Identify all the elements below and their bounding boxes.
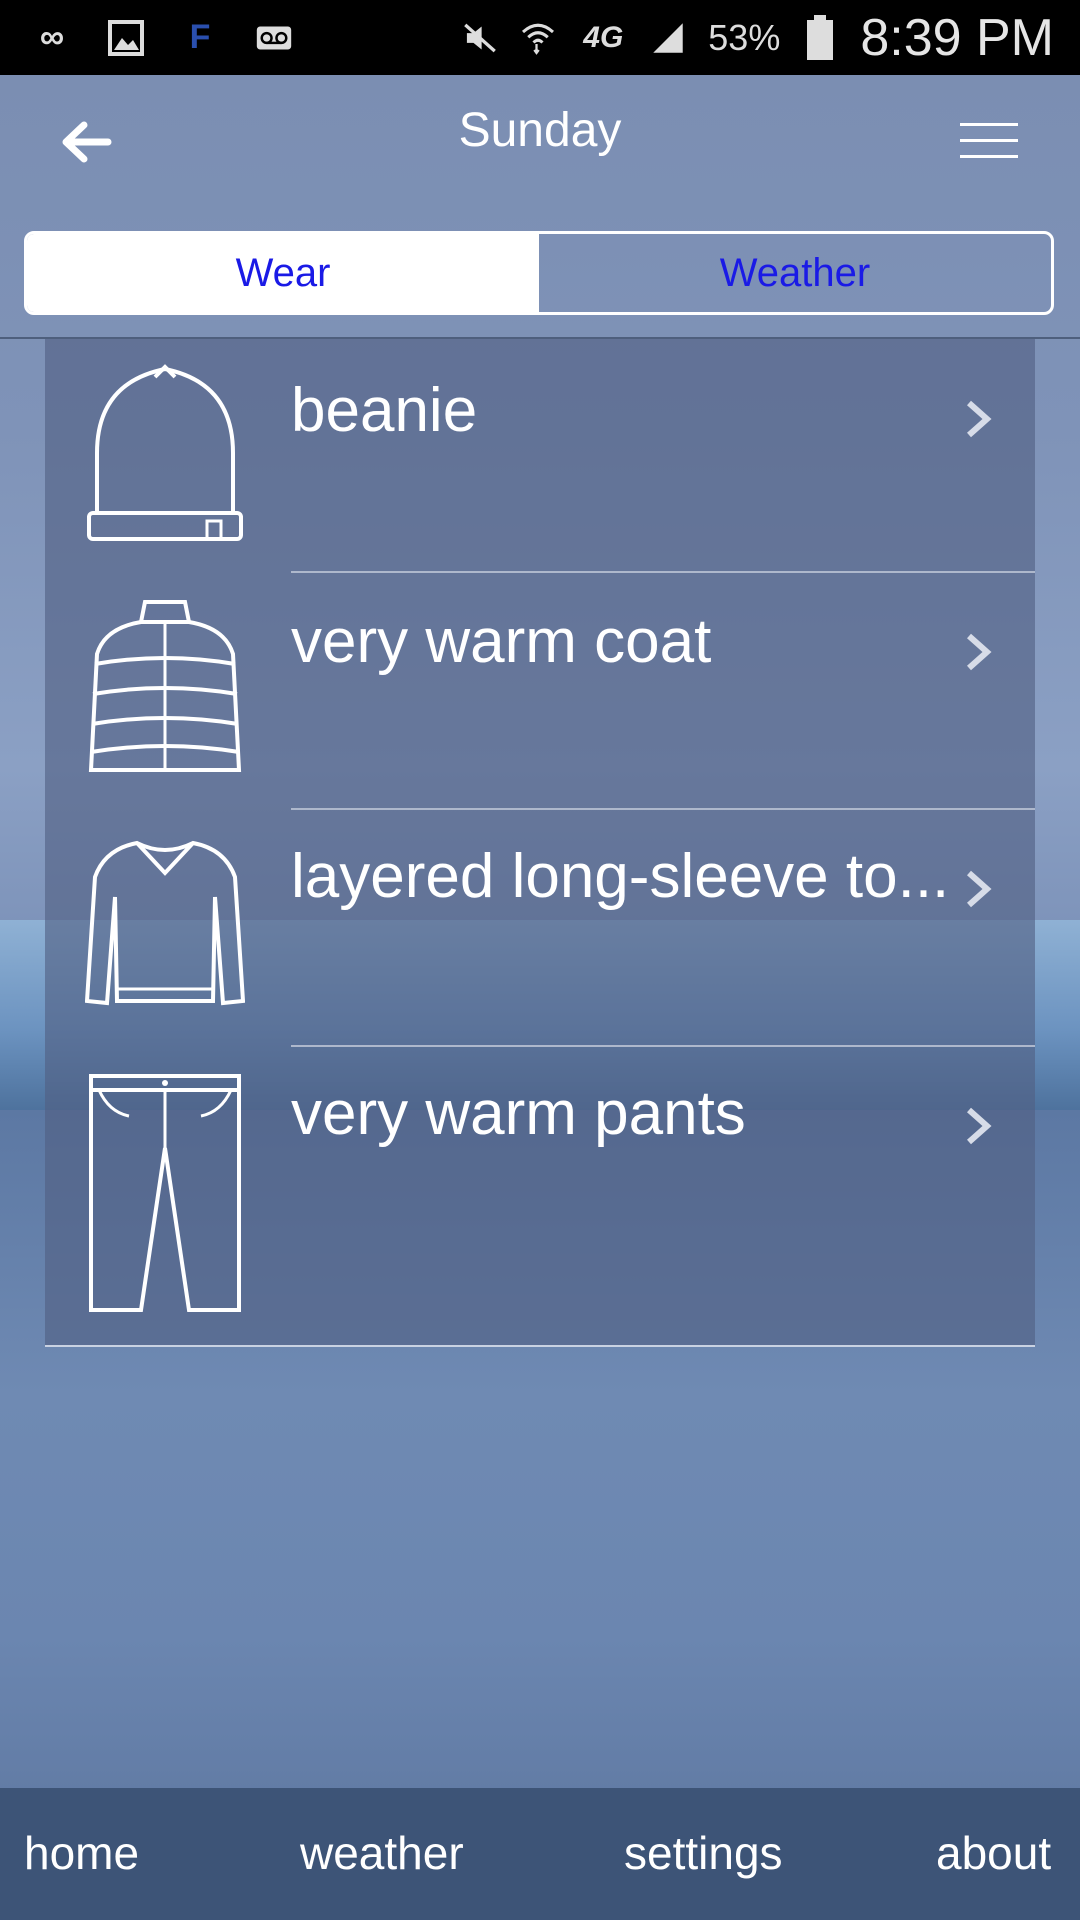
gallery-icon — [108, 19, 144, 56]
nav-about[interactable]: about — [936, 1826, 1051, 1880]
battery-percent: 53% — [708, 16, 781, 58]
network-4g-icon: 4G — [583, 20, 624, 54]
list-item-coat[interactable]: very warm coat — [45, 572, 1035, 810]
nav-weather[interactable]: weather — [300, 1826, 464, 1880]
chevron-right-icon — [963, 869, 993, 909]
nav-settings[interactable]: settings — [624, 1826, 783, 1880]
chevron-right-icon — [963, 632, 993, 672]
app-header: Sunday — [0, 75, 1080, 205]
list-item-sweater[interactable]: layered long-sleeve to... — [45, 809, 1035, 1047]
list-item-label: layered long-sleeve to... — [291, 842, 950, 911]
segmented-tabs: Wear Weather — [24, 231, 1054, 315]
coat-icon — [85, 594, 245, 774]
f-app-icon: F — [189, 18, 211, 56]
bottom-nav: home weather settings about — [0, 1788, 1080, 1920]
status-bar: ∞ F 4G 53% 8:39 PM — [0, 0, 1080, 75]
battery-icon — [802, 14, 838, 60]
clothing-list: beanie very warm coat layered long-sleev… — [45, 339, 1035, 1346]
page-title: Sunday — [458, 104, 622, 157]
hamburger-menu-icon[interactable] — [960, 123, 1018, 161]
beanie-icon — [85, 363, 245, 543]
voicemail-icon — [256, 20, 292, 56]
list-item-beanie[interactable]: beanie — [45, 339, 1035, 573]
pants-icon — [85, 1072, 245, 1316]
infinity-icon: ∞ — [39, 18, 65, 56]
list-item-label: very warm pants — [291, 1079, 746, 1148]
list-bottom-border — [45, 1345, 1035, 1347]
sweater-icon — [84, 837, 246, 1013]
chevron-right-icon — [963, 1106, 993, 1146]
nav-home[interactable]: home — [24, 1826, 139, 1880]
list-item-label: beanie — [291, 376, 478, 445]
wifi-icon — [520, 20, 556, 56]
tab-wear[interactable]: Wear — [27, 234, 539, 312]
list-item-pants[interactable]: very warm pants — [45, 1046, 1035, 1346]
tab-weather[interactable]: Weather — [539, 234, 1051, 312]
signal-icon — [650, 20, 686, 56]
list-item-label: very warm coat — [291, 607, 712, 676]
chevron-right-icon — [963, 399, 993, 439]
mute-icon — [462, 20, 498, 56]
clock: 8:39 PM — [860, 8, 1054, 67]
